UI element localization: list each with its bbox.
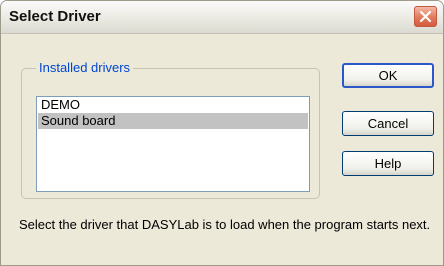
- ok-button[interactable]: OK: [342, 63, 434, 88]
- help-button[interactable]: Help: [342, 151, 434, 176]
- close-button[interactable]: [414, 6, 437, 27]
- close-icon: [419, 10, 432, 23]
- driver-list[interactable]: DEMO Sound board: [36, 96, 310, 192]
- list-item-sound-board[interactable]: Sound board: [38, 113, 308, 129]
- installed-drivers-group: Installed drivers DEMO Sound board: [21, 60, 320, 199]
- title-bar[interactable]: Select Driver: [1, 1, 443, 34]
- cancel-button[interactable]: Cancel: [342, 111, 434, 136]
- dialog-title: Select Driver: [9, 8, 101, 25]
- select-driver-dialog: Select Driver Installed drivers DEMO Sou…: [0, 0, 444, 266]
- instruction-text: Select the driver that DASYLab is to loa…: [19, 217, 431, 232]
- list-item-demo[interactable]: DEMO: [38, 97, 308, 113]
- installed-drivers-label: Installed drivers: [36, 60, 134, 76]
